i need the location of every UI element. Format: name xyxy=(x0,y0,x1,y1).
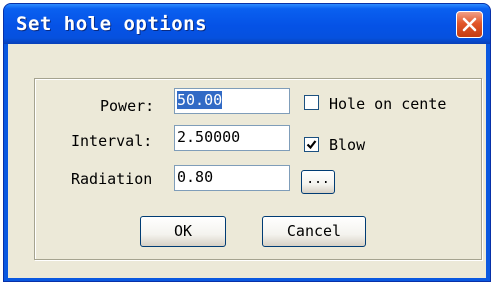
radiation-input[interactable]: 0.80 xyxy=(174,165,290,191)
interval-label: Interval: xyxy=(71,132,153,150)
close-button[interactable] xyxy=(456,11,483,38)
interval-input[interactable]: 2.50000 xyxy=(174,125,290,151)
hole-on-center-label[interactable]: Hole on cente xyxy=(329,95,446,113)
power-label: Power: xyxy=(100,97,155,115)
blow-label[interactable]: Blow xyxy=(329,136,365,154)
hole-on-center-checkbox[interactable] xyxy=(304,95,319,110)
window-title: Set hole options xyxy=(16,13,208,35)
browse-button[interactable]: ... xyxy=(301,170,335,194)
blow-checkbox[interactable] xyxy=(304,137,319,152)
radiation-label: Radiation xyxy=(71,170,153,188)
close-icon xyxy=(462,17,477,32)
checkmark-icon xyxy=(306,140,317,150)
dialog-window: Set hole options Power: 50.00 Interval: … xyxy=(3,3,491,282)
power-input[interactable]: 50.00 xyxy=(174,88,290,114)
ok-button[interactable]: OK xyxy=(140,216,226,247)
power-value: 50.00 xyxy=(177,91,223,109)
dialog-body: Power: 50.00 Interval: 2.50000 Radiation… xyxy=(8,44,486,278)
title-bar[interactable]: Set hole options xyxy=(4,4,490,44)
cancel-button[interactable]: Cancel xyxy=(262,216,366,247)
